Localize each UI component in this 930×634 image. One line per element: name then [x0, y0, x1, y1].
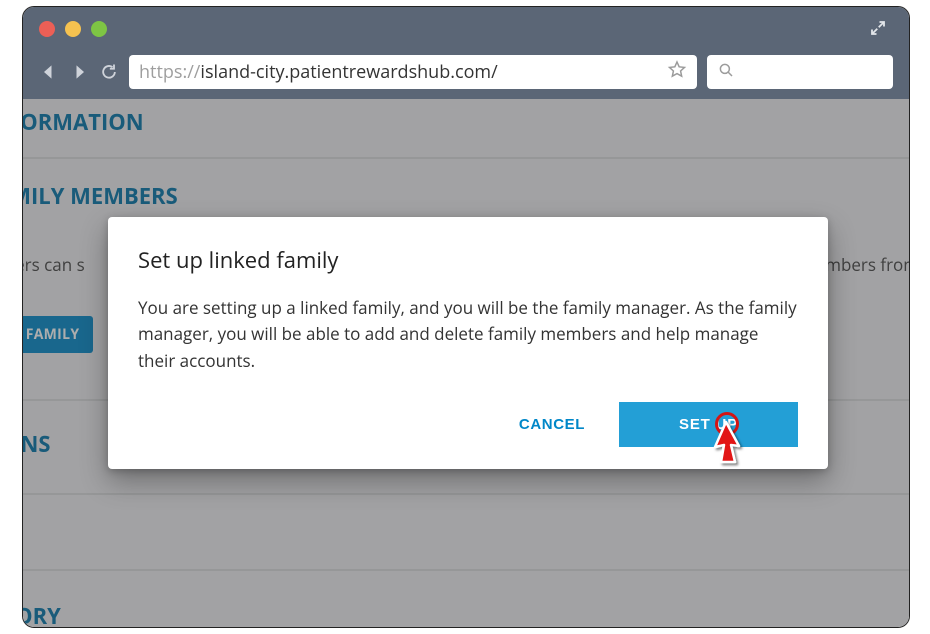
search-bar[interactable]: [707, 55, 893, 89]
forward-button-icon[interactable]: [69, 62, 89, 82]
search-icon: [717, 61, 735, 84]
fullscreen-icon[interactable]: [869, 19, 887, 37]
dialog-body: You are setting up a linked family, and …: [138, 295, 798, 374]
url-text: https://island-city.patientrewardshub.co…: [139, 60, 498, 84]
dialog-actions: CANCEL SET UP: [138, 402, 798, 447]
window-controls: [39, 21, 107, 37]
maximize-window-dot[interactable]: [91, 21, 107, 37]
dialog-title: Set up linked family: [138, 245, 798, 275]
close-window-dot[interactable]: [39, 21, 55, 37]
bookmark-star-icon[interactable]: [667, 60, 687, 85]
setup-button[interactable]: SET UP: [619, 402, 798, 447]
setup-linked-family-dialog: Set up linked family You are setting up …: [108, 217, 828, 469]
cancel-button[interactable]: CANCEL: [513, 406, 591, 443]
reload-icon[interactable]: [99, 62, 119, 82]
browser-window: https://island-city.patientrewardshub.co…: [22, 6, 910, 628]
browser-chrome: https://island-city.patientrewardshub.co…: [23, 7, 909, 99]
minimize-window-dot[interactable]: [65, 21, 81, 37]
back-button-icon[interactable]: [39, 62, 59, 82]
url-bar[interactable]: https://island-city.patientrewardshub.co…: [129, 55, 697, 89]
nav-row: https://island-city.patientrewardshub.co…: [39, 55, 893, 89]
